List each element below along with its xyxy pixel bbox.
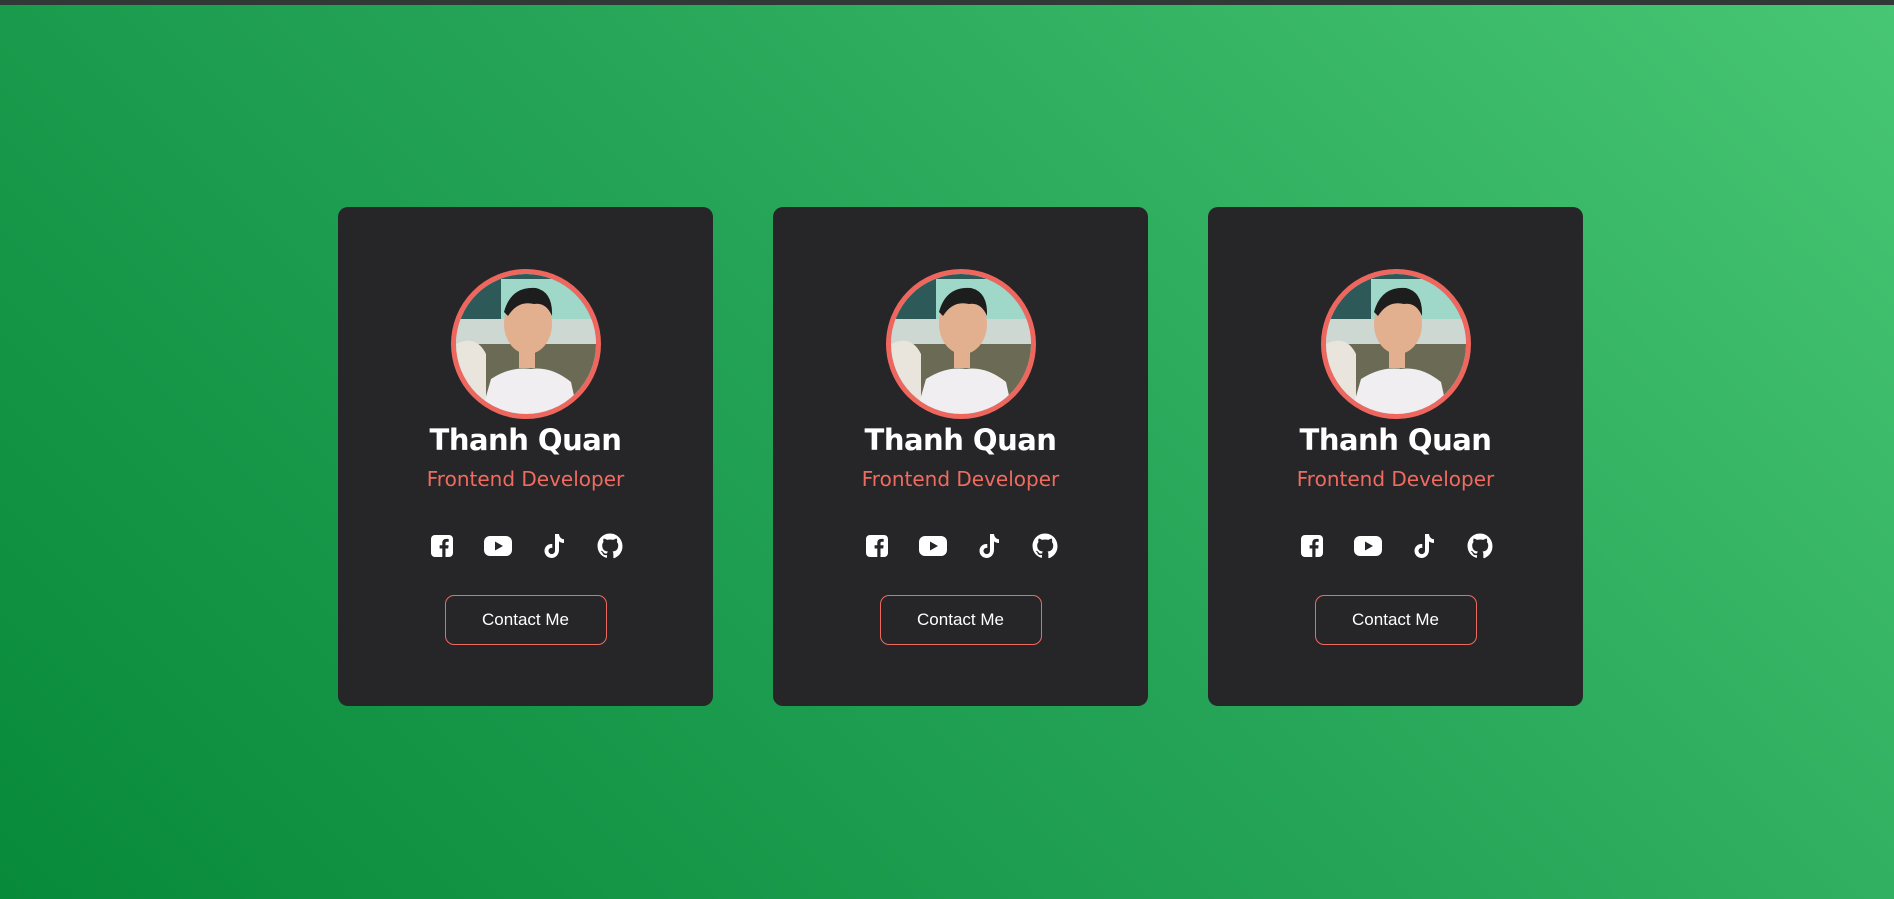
avatar-photo bbox=[1325, 274, 1466, 414]
tiktok-icon[interactable] bbox=[1410, 532, 1438, 560]
profile-card: Thanh Quan Frontend Developer Contact Me bbox=[338, 207, 713, 706]
avatar-photo bbox=[455, 274, 596, 414]
avatar bbox=[450, 269, 601, 419]
tiktok-icon[interactable] bbox=[975, 532, 1003, 560]
facebook-icon[interactable] bbox=[428, 532, 456, 560]
profile-role: Frontend Developer bbox=[1296, 467, 1495, 491]
browser-top-bar bbox=[0, 0, 1894, 5]
youtube-icon[interactable] bbox=[918, 532, 947, 560]
contact-me-button[interactable]: Contact Me bbox=[879, 595, 1042, 645]
contact-me-button[interactable]: Contact Me bbox=[1314, 595, 1477, 645]
avatar bbox=[885, 269, 1036, 419]
social-links bbox=[1208, 532, 1583, 560]
avatar-photo bbox=[890, 274, 1031, 414]
youtube-icon[interactable] bbox=[1353, 532, 1382, 560]
profile-role: Frontend Developer bbox=[426, 467, 625, 491]
profile-card: Thanh Quan Frontend Developer Contact Me bbox=[773, 207, 1148, 706]
tiktok-icon[interactable] bbox=[540, 532, 568, 560]
profile-name: Thanh Quan bbox=[864, 423, 1057, 457]
social-links bbox=[773, 532, 1148, 560]
profile-cards-container: Thanh Quan Frontend Developer Contact Me bbox=[338, 207, 1583, 706]
avatar bbox=[1320, 269, 1471, 419]
github-icon[interactable] bbox=[1466, 532, 1494, 560]
youtube-icon[interactable] bbox=[483, 532, 512, 560]
github-icon[interactable] bbox=[1031, 532, 1059, 560]
facebook-icon[interactable] bbox=[1298, 532, 1326, 560]
facebook-icon[interactable] bbox=[863, 532, 891, 560]
profile-role: Frontend Developer bbox=[861, 467, 1060, 491]
contact-me-button[interactable]: Contact Me bbox=[444, 595, 607, 645]
profile-card: Thanh Quan Frontend Developer Contact Me bbox=[1208, 207, 1583, 706]
profile-name: Thanh Quan bbox=[1299, 423, 1492, 457]
social-links bbox=[338, 532, 713, 560]
profile-name: Thanh Quan bbox=[429, 423, 622, 457]
github-icon[interactable] bbox=[596, 532, 624, 560]
